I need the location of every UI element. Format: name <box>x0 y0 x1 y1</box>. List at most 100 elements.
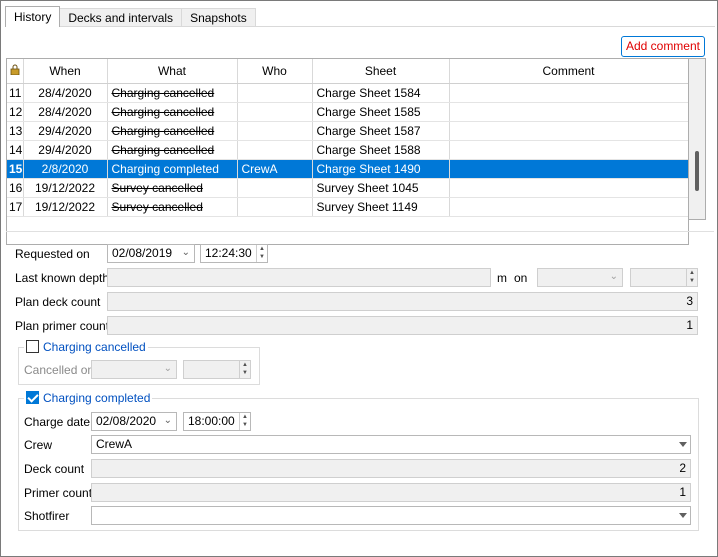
cell-when[interactable]: 19/12/2022 <box>23 197 108 217</box>
history-grid: When What Who Sheet Comment 11 28/4/2020… <box>6 58 689 245</box>
cell-what[interactable]: Charging cancelled <box>107 140 238 160</box>
depth-date-picker[interactable]: ⌄ <box>537 268 623 287</box>
scrollbar-thumb[interactable] <box>695 151 699 191</box>
chevron-down-icon[interactable]: ⌄ <box>182 248 190 258</box>
cell-who[interactable]: CrewA <box>237 159 313 179</box>
table-row[interactable]: 16 19/12/2022 Survey cancelled Survey Sh… <box>7 178 688 198</box>
column-header-who[interactable]: Who <box>237 59 313 84</box>
table-row[interactable]: 17 19/12/2022 Survey cancelled Survey Sh… <box>7 197 688 217</box>
charge-date-picker[interactable]: 02/08/2020 ⌄ <box>91 412 177 431</box>
tab-snapshots[interactable]: Snapshots <box>181 8 256 27</box>
row-number: 14 <box>7 140 24 160</box>
tab-decks-and-intervals[interactable]: Decks and intervals <box>59 8 183 27</box>
depth-time-spinner[interactable]: ▲ ▼ <box>630 268 698 287</box>
cell-what[interactable]: Charging cancelled <box>107 83 238 103</box>
charge-time-value: 18:00:00 <box>188 414 235 428</box>
deck-count-field[interactable]: 2 <box>91 459 691 478</box>
column-header-sheet[interactable]: Sheet <box>312 59 450 84</box>
cell-comment[interactable] <box>449 159 688 179</box>
spin-up-icon[interactable]: ▲ <box>240 361 250 369</box>
spin-up-icon[interactable]: ▲ <box>257 245 267 253</box>
tab-history[interactable]: History <box>5 6 61 27</box>
plan-primer-count-field[interactable]: 1 <box>107 316 698 335</box>
column-header-what[interactable]: What <box>107 59 238 84</box>
spin-up-icon[interactable]: ▲ <box>240 413 250 421</box>
cancelled-date-picker[interactable]: ⌄ <box>91 360 177 379</box>
cell-what[interactable]: Charging cancelled <box>107 121 238 141</box>
cell-comment[interactable] <box>449 178 688 198</box>
cell-sheet[interactable]: Charge Sheet 1584 <box>312 83 450 103</box>
charging-cancelled-checkbox[interactable] <box>26 340 39 353</box>
spin-down-icon[interactable]: ▼ <box>687 277 697 285</box>
cell-sheet[interactable]: Charge Sheet 1490 <box>312 159 450 179</box>
cell-comment[interactable] <box>449 83 688 103</box>
column-header-when[interactable]: When <box>23 59 108 84</box>
cell-sheet[interactable]: Survey Sheet 1045 <box>312 178 450 198</box>
charging-completed-checkbox[interactable] <box>26 391 39 404</box>
row-number: 17 <box>7 197 24 217</box>
add-comment-button[interactable]: Add comment <box>620 36 705 57</box>
spin-down-icon[interactable]: ▼ <box>240 421 250 429</box>
cell-what[interactable]: Survey cancelled <box>107 178 238 198</box>
cell-who[interactable] <box>237 102 313 122</box>
last-known-depth-field[interactable] <box>107 268 491 287</box>
cell-when[interactable]: 19/12/2022 <box>23 178 108 198</box>
cancelled-time-spinner[interactable]: ▲ ▼ <box>183 360 251 379</box>
section-divider <box>6 231 714 232</box>
table-row[interactable]: 13 29/4/2020 Charging cancelled Charge S… <box>7 121 688 141</box>
last-known-depth-label: Last known depth <box>15 271 110 285</box>
cell-comment[interactable] <box>449 102 688 122</box>
primer-count-field[interactable]: 1 <box>91 483 691 502</box>
time-spin-buttons[interactable]: ▲ ▼ <box>239 413 250 430</box>
table-row[interactable]: 14 29/4/2020 Charging cancelled Charge S… <box>7 140 688 160</box>
cell-when[interactable]: 2/8/2020 <box>23 159 108 179</box>
time-spin-buttons[interactable]: ▲ ▼ <box>686 269 697 286</box>
cell-sheet[interactable]: Charge Sheet 1587 <box>312 121 450 141</box>
shotfirer-dropdown[interactable] <box>91 506 691 525</box>
chevron-down-icon[interactable]: ⌄ <box>164 416 172 426</box>
crew-dropdown[interactable]: CrewA <box>91 435 691 454</box>
column-header-comment[interactable]: Comment <box>449 59 688 84</box>
cell-sheet[interactable]: Charge Sheet 1588 <box>312 140 450 160</box>
chevron-down-icon[interactable]: ⌄ <box>164 364 172 374</box>
cell-sheet[interactable]: Survey Sheet 1149 <box>312 197 450 217</box>
spin-down-icon[interactable]: ▼ <box>240 369 250 377</box>
cell-when[interactable]: 29/4/2020 <box>23 140 108 160</box>
cell-who[interactable] <box>237 178 313 198</box>
time-spin-buttons[interactable]: ▲ ▼ <box>239 361 250 378</box>
cell-when[interactable]: 29/4/2020 <box>23 121 108 141</box>
charging-completed-label: Charging completed <box>43 391 151 405</box>
spin-up-icon[interactable]: ▲ <box>687 269 697 277</box>
cell-what[interactable]: Charging completed <box>107 159 238 179</box>
cell-sheet[interactable]: Charge Sheet 1585 <box>312 102 450 122</box>
dropdown-arrow-icon[interactable] <box>679 442 687 447</box>
cell-when[interactable]: 28/4/2020 <box>23 83 108 103</box>
cell-comment[interactable] <box>449 121 688 141</box>
grid-vertical-scrollbar[interactable] <box>689 58 706 220</box>
lock-column-header[interactable] <box>7 59 24 84</box>
table-row[interactable]: 12 28/4/2020 Charging cancelled Charge S… <box>7 102 688 122</box>
crew-label: Crew <box>24 438 53 452</box>
cell-comment[interactable] <box>449 140 688 160</box>
table-row-selected[interactable]: 15 2/8/2020 Charging completed CrewA Cha… <box>7 159 688 179</box>
charging-cancelled-toggle[interactable]: Charging cancelled <box>24 340 148 354</box>
charge-time-spinner[interactable]: 18:00:00 ▲ ▼ <box>183 412 251 431</box>
requested-time-spinner[interactable]: 12:24:30 ▲ ▼ <box>200 244 268 263</box>
cell-who[interactable] <box>237 140 313 160</box>
table-row[interactable]: 11 28/4/2020 Charging cancelled Charge S… <box>7 83 688 103</box>
requested-date-picker[interactable]: 02/08/2019 ⌄ <box>107 244 195 263</box>
dropdown-arrow-icon[interactable] <box>679 513 687 518</box>
cell-who[interactable] <box>237 197 313 217</box>
cell-when[interactable]: 28/4/2020 <box>23 102 108 122</box>
chevron-down-icon[interactable]: ⌄ <box>610 272 618 282</box>
cell-what[interactable]: Survey cancelled <box>107 197 238 217</box>
charging-completed-toggle[interactable]: Charging completed <box>24 391 153 405</box>
cell-who[interactable] <box>237 83 313 103</box>
plan-deck-count-field[interactable]: 3 <box>107 292 698 311</box>
charge-date-value: 02/08/2020 <box>96 414 157 428</box>
cell-who[interactable] <box>237 121 313 141</box>
cell-what[interactable]: Charging cancelled <box>107 102 238 122</box>
spin-down-icon[interactable]: ▼ <box>257 253 267 261</box>
cell-comment[interactable] <box>449 197 688 217</box>
time-spin-buttons[interactable]: ▲ ▼ <box>256 245 267 262</box>
